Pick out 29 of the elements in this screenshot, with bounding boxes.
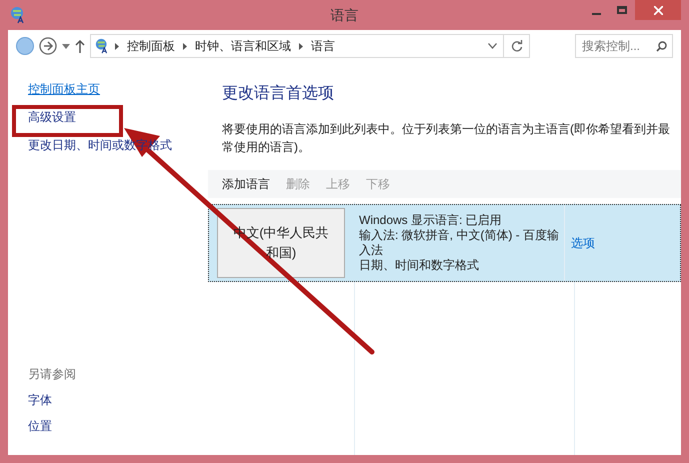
address-bar[interactable]: 控制面板 时钟、语言和区域 语言 xyxy=(90,34,530,58)
dropdown-caret-icon[interactable] xyxy=(62,44,70,48)
refresh-icon xyxy=(510,40,522,52)
description-text: 将要使用的语言添加到此列表中。位于列表第一位的语言为主语言(即你希望看到并最常使用的语言)。 xyxy=(221,121,671,156)
close-button[interactable] xyxy=(635,0,681,20)
chevron-icon xyxy=(183,42,187,50)
sidebar-link[interactable]: 位置 xyxy=(28,417,52,435)
options-link[interactable]: 选项 xyxy=(571,234,595,252)
chevron-icon xyxy=(115,42,119,50)
window-title: 语言 xyxy=(330,6,358,24)
up-arrow-icon[interactable] xyxy=(75,40,85,52)
breadcrumb-link[interactable]: 控制面板 xyxy=(127,37,175,55)
breadcrumb-link[interactable]: 语言 xyxy=(311,37,335,55)
sidebar-link[interactable]: 高级设置 xyxy=(28,108,76,126)
sidebar-link[interactable]: 控制面板主页 xyxy=(28,80,100,98)
back-button[interactable] xyxy=(16,37,34,55)
chevron-icon xyxy=(299,42,303,50)
sidebar-link[interactable]: 字体 xyxy=(28,391,52,409)
close-icon xyxy=(654,6,662,14)
language-detail: 日期、时间和数字格式 xyxy=(359,258,480,273)
toolbar-button[interactable]: 添加语言 xyxy=(222,175,270,193)
breadcrumb-link[interactable]: 时钟、语言和区域 xyxy=(195,37,291,55)
search-icon xyxy=(656,41,667,52)
page-heading: 更改语言首选项 xyxy=(221,84,335,104)
dropdown-caret-icon[interactable] xyxy=(488,43,497,49)
language-detail: Windows 显示语言: 已启用 xyxy=(359,213,503,228)
section-heading: 另请参阅 xyxy=(28,366,77,383)
language-detail: 输入法: 微软拼音, 中文(简体) - 百度输入法 xyxy=(359,228,560,258)
search-field[interactable]: 搜索控制... xyxy=(575,34,673,58)
